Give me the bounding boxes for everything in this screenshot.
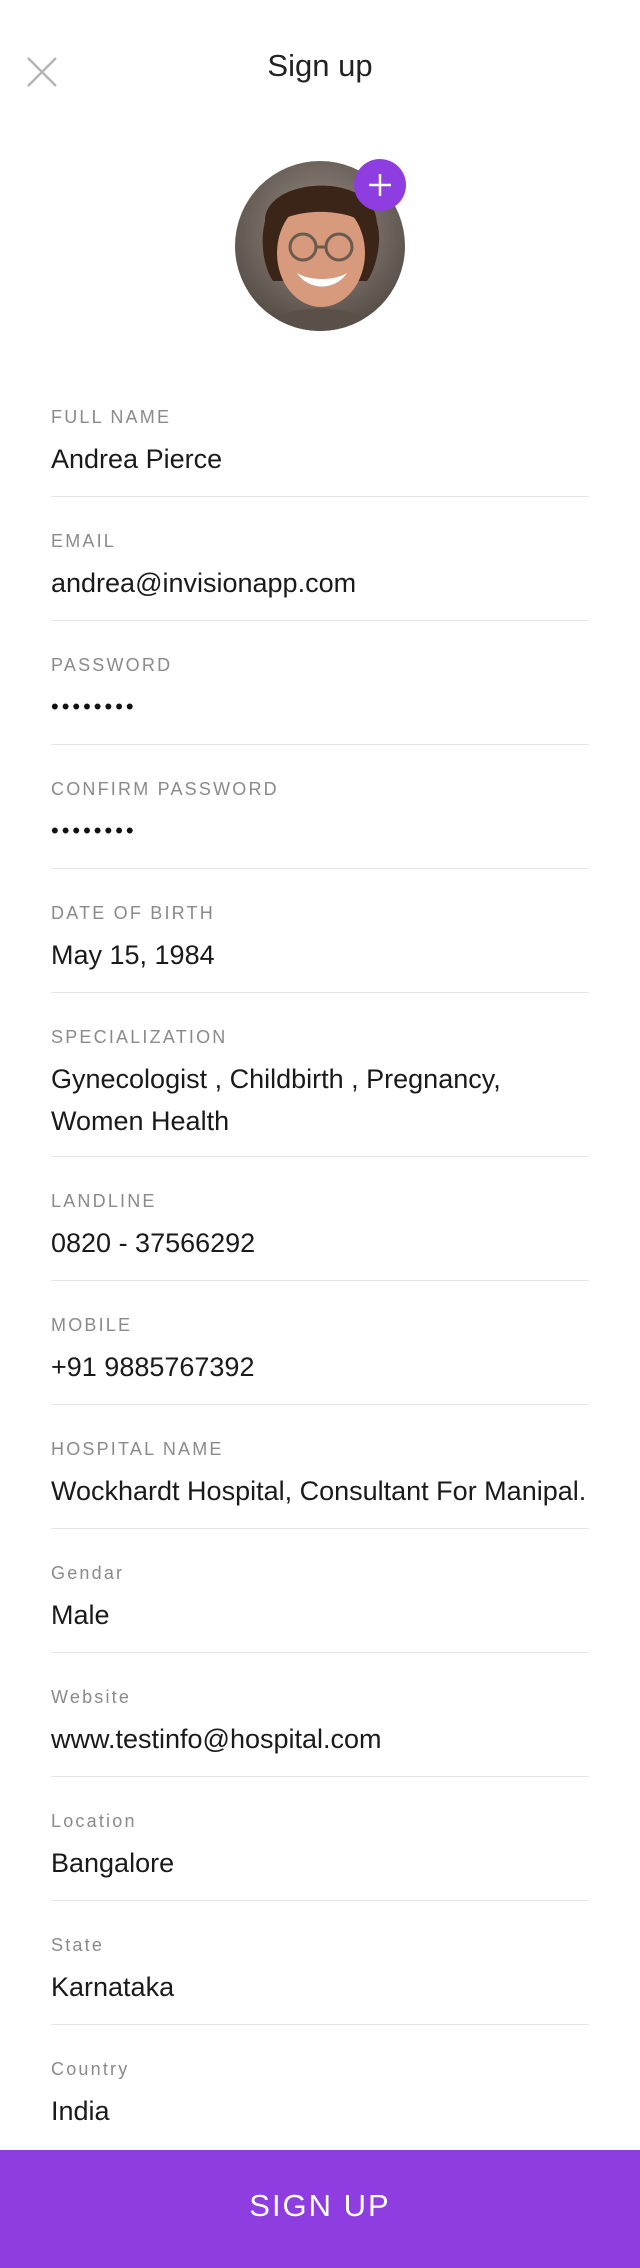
password-field[interactable]: PASSWORD •••••••• [51,655,589,745]
mobile-label: MOBILE [51,1315,133,1335]
website-value[interactable]: www.testinfo@hospital.com [51,1718,589,1760]
email-value[interactable]: andrea@invisionapp.com [51,562,589,604]
date-of-birth-label: DATE OF BIRTH [51,903,215,923]
location-field[interactable]: Location Bangalore [51,1811,589,1901]
full-name-field[interactable]: FULL NAME Andrea Pierce [51,407,589,497]
gender-label: Gendar [51,1563,125,1583]
hospital-name-field[interactable]: HOSPITAL NAME Wockhardt Hospital, Consul… [51,1439,589,1529]
website-field[interactable]: Website www.testinfo@hospital.com [51,1687,589,1777]
confirm-password-field[interactable]: CONFIRM PASSWORD •••••••• [51,779,589,869]
country-value[interactable]: India [51,2090,589,2132]
email-field[interactable]: EMAIL andrea@invisionapp.com [51,531,589,621]
gender-field[interactable]: Gendar Male [51,1563,589,1653]
header: Sign up [0,0,640,140]
email-label: EMAIL [51,531,117,551]
hospital-name-value[interactable]: Wockhardt Hospital, Consultant For Manip… [51,1470,589,1512]
state-label: State [51,1935,105,1955]
state-field[interactable]: State Karnataka [51,1935,589,2025]
date-of-birth-value[interactable]: May 15, 1984 [51,934,589,976]
mobile-value[interactable]: +91 9885767392 [51,1346,589,1388]
password-value[interactable]: •••••••• [51,686,589,728]
hospital-name-label: HOSPITAL NAME [51,1439,224,1459]
full-name-value[interactable]: Andrea Pierce [51,438,589,480]
landline-value[interactable]: 0820 - 37566292 [51,1222,589,1264]
specialization-value[interactable]: Gynecologist , Childbirth , Pregnancy, W… [51,1058,571,1142]
page-title: Sign up [267,48,373,83]
full-name-label: FULL NAME [51,407,172,427]
country-field[interactable]: Country India [51,2059,589,2149]
gender-value[interactable]: Male [51,1594,589,1636]
location-label: Location [51,1811,137,1831]
confirm-password-label: CONFIRM PASSWORD [51,779,279,799]
mobile-field[interactable]: MOBILE +91 9885767392 [51,1315,589,1405]
specialization-label: SPECIALIZATION [51,1027,228,1047]
confirm-password-value[interactable]: •••••••• [51,810,589,852]
location-value[interactable]: Bangalore [51,1842,589,1884]
landline-field[interactable]: LANDLINE 0820 - 37566292 [51,1191,589,1281]
state-value[interactable]: Karnataka [51,1966,589,2008]
add-photo-button[interactable] [354,159,406,211]
date-of-birth-field[interactable]: DATE OF BIRTH May 15, 1984 [51,903,589,993]
plus-icon [369,174,391,196]
country-label: Country [51,2059,130,2079]
sign-up-button[interactable]: SIGN UP [0,2150,640,2268]
specialization-field[interactable]: SPECIALIZATION Gynecologist , Childbirth… [51,1027,589,1157]
sign-up-label: SIGN UP [249,2188,391,2223]
website-label: Website [51,1687,132,1707]
landline-label: LANDLINE [51,1191,157,1211]
password-label: PASSWORD [51,655,173,675]
profile-photo[interactable] [235,159,406,331]
